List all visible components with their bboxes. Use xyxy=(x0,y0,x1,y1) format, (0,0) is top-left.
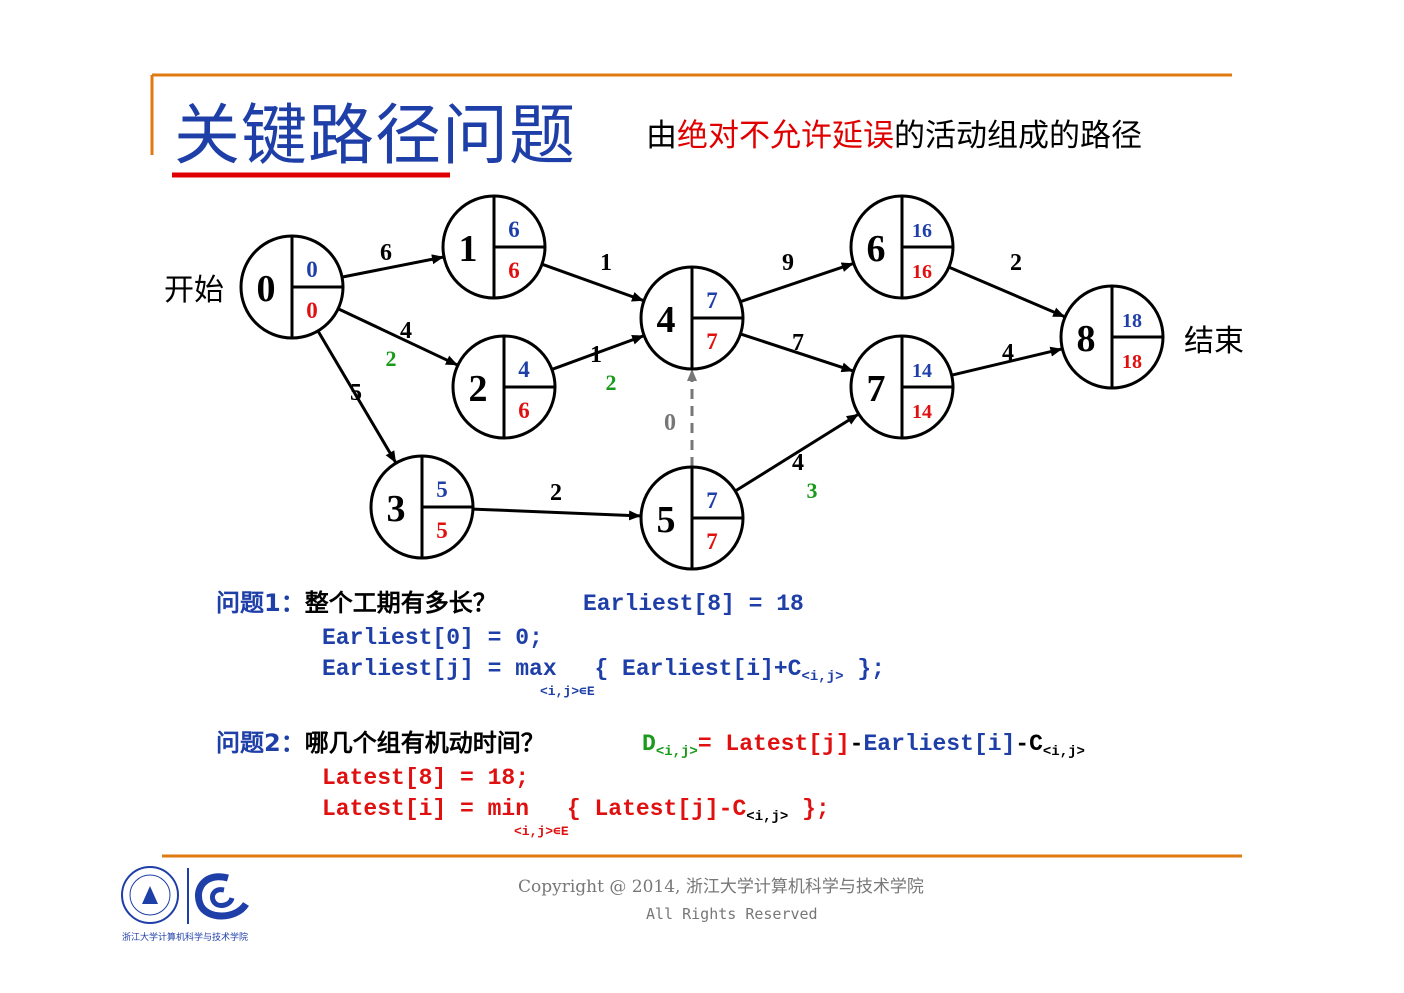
edge-3-5 xyxy=(472,507,642,521)
node-2: 2 4 6 xyxy=(451,334,557,440)
q2-latest: = Latest[j] xyxy=(697,731,850,757)
q2-line2-sub: <i,j> xyxy=(746,809,789,825)
node-earliest: 7 xyxy=(706,488,718,513)
edge-weight-7-8: 4 xyxy=(1002,340,1014,366)
node-id: 6 xyxy=(867,228,886,270)
edge-weight-6-8: 2 xyxy=(1010,250,1022,276)
q2-d: D xyxy=(642,731,656,757)
edge-weight-0-3: 5 xyxy=(350,380,362,406)
edge-weight-0-2: 4 xyxy=(400,318,412,344)
node-earliest: 14 xyxy=(912,360,932,382)
q1-line2-lhs: Earliest[j] = max xyxy=(322,656,557,682)
q1-line1: Earliest[0] = 0; xyxy=(322,625,543,651)
node-earliest: 5 xyxy=(436,477,448,502)
node-latest: 7 xyxy=(706,329,718,354)
edge-weight-4-7: 7 xyxy=(792,330,804,356)
node-id: 8 xyxy=(1077,318,1096,360)
node-id: 4 xyxy=(657,299,676,341)
start-label: 开始 xyxy=(164,273,224,308)
edge-0-1 xyxy=(341,254,444,279)
node-id: 0 xyxy=(257,268,276,310)
university-logo xyxy=(121,866,249,924)
question-2: 问题2：哪几个组有机动时间？ xyxy=(216,727,545,759)
edge-slack-2-4: 2 xyxy=(606,370,617,395)
q1-line2-under: <i,j>∊E xyxy=(540,684,595,699)
node-0: 0 0 0 xyxy=(239,234,345,340)
node-8: 8 18 18 xyxy=(1059,284,1165,390)
q2-c-sub: <i,j> xyxy=(1042,744,1085,760)
node-1: 1 6 6 xyxy=(441,194,547,300)
q2-line2-lhs: Latest[i] = min xyxy=(322,796,530,822)
node-5: 5 7 7 xyxy=(639,465,745,571)
edge-weight-0-1: 6 xyxy=(380,240,392,266)
q2-line2-end: }; xyxy=(788,796,830,822)
aoe-network-diagram: 642511220974324 0 001 662 463 554 775 776 16167… xyxy=(164,194,1244,571)
node-id: 1 xyxy=(459,228,478,270)
node-earliest: 18 xyxy=(1122,310,1142,332)
q1-line2-end: }; xyxy=(843,656,885,682)
q1-line2-rhs: { Earliest[i]+C xyxy=(594,656,802,682)
q2-d-sub: <i,j> xyxy=(655,744,698,760)
edge-weight-2-4: 1 xyxy=(590,342,602,368)
edge-weight-4-6: 9 xyxy=(782,250,794,276)
node-latest: 5 xyxy=(436,518,448,543)
node-earliest: 6 xyxy=(508,217,520,242)
node-latest: 7 xyxy=(706,529,718,554)
edge-4-6 xyxy=(739,262,854,304)
q1-text: 整个工期有多长？ xyxy=(304,589,497,617)
q2-line1: Latest[8] = 18; xyxy=(322,765,530,791)
node-id: 7 xyxy=(867,368,886,410)
q2-line2-under: <i,j>∊E xyxy=(514,824,569,839)
q1-line2-sub: <i,j> xyxy=(801,669,844,685)
node-latest: 6 xyxy=(518,398,530,423)
college-emblem-icon xyxy=(195,873,249,920)
edge-6-8 xyxy=(948,265,1066,318)
edge-slack-0-2: 2 xyxy=(386,346,397,371)
q2-line2-rhs: { Latest[j]-C xyxy=(566,796,747,822)
edge-1-4 xyxy=(541,262,644,302)
node-latest: 0 xyxy=(306,298,318,323)
node-earliest: 0 xyxy=(306,257,318,282)
q2-text: 哪几个组有机动时间？ xyxy=(304,729,545,757)
node-latest: 16 xyxy=(912,261,932,283)
q1-head: 问题1： xyxy=(216,589,305,617)
copyright: Copyright @ 2014, 浙江大学计算机科学与技术学院 xyxy=(518,877,924,897)
end-label: 结束 xyxy=(1184,324,1244,359)
q2-formula: D<i,j>= Latest[j]-Earliest[i]-C<i,j> xyxy=(642,729,1085,767)
q2-line2: Latest[i] = min { Latest[j]-C<i,j> }; xyxy=(322,794,830,832)
edge-0-2 xyxy=(337,307,458,367)
node-6: 6 16 16 xyxy=(849,194,955,300)
node-earliest: 7 xyxy=(706,288,718,313)
node-4: 4 7 7 xyxy=(639,265,745,371)
node-latest: 14 xyxy=(912,401,932,423)
edge-weight-5-4: 0 xyxy=(664,410,676,436)
node-earliest: 4 xyxy=(518,357,530,382)
node-7: 7 14 14 xyxy=(849,334,955,440)
q1-answer: Earliest[8] = 18 xyxy=(583,591,804,617)
q2-minus-1: - xyxy=(849,731,864,757)
node-3: 3 5 5 xyxy=(369,454,475,560)
q2-earliest: Earliest[i] xyxy=(863,731,1016,757)
question-1: 问题1：整个工期有多长？ xyxy=(216,587,497,619)
q1-line2: Earliest[j] = max { Earliest[i]+C<i,j> }… xyxy=(322,654,885,692)
node-id: 2 xyxy=(469,368,488,410)
node-latest: 18 xyxy=(1122,351,1142,373)
node-id: 5 xyxy=(657,499,676,541)
q2-minus-c: -C xyxy=(1015,731,1043,757)
all-rights-reserved: All Rights Reserved xyxy=(646,905,818,923)
edge-weight-1-4: 1 xyxy=(600,250,612,276)
logo-caption: 浙江大学计算机科学与技术学院 xyxy=(122,933,249,943)
edge-weight-3-5: 2 xyxy=(550,480,562,506)
edge-slack-5-7: 3 xyxy=(807,478,818,503)
edge-weight-5-7: 4 xyxy=(792,450,804,476)
node-latest: 6 xyxy=(508,258,520,283)
node-earliest: 16 xyxy=(912,220,932,242)
node-id: 3 xyxy=(387,488,406,530)
q2-head: 问题2： xyxy=(216,729,305,757)
